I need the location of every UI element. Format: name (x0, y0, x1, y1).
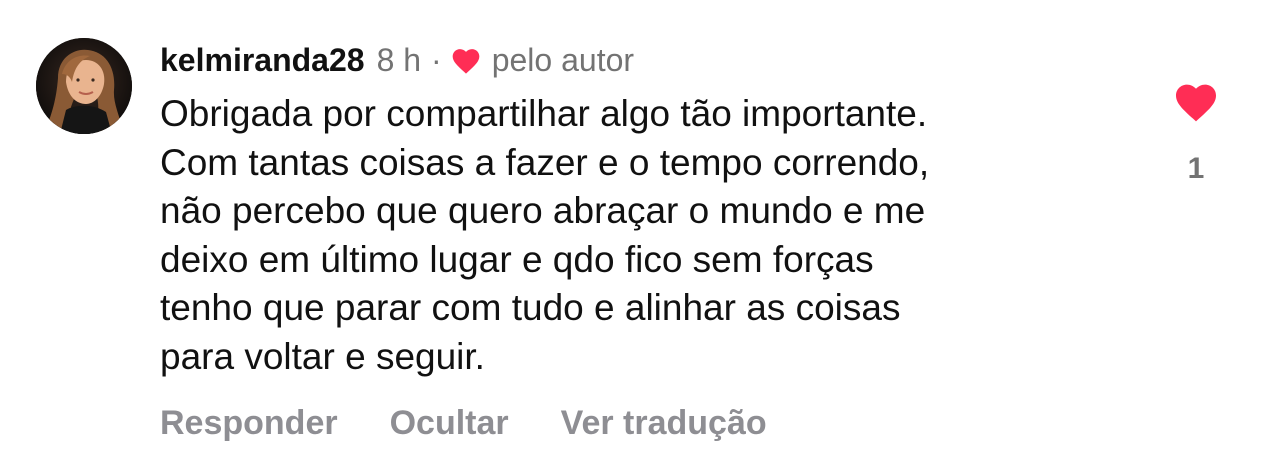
comment-text-line: para voltar e seguir. (160, 335, 485, 377)
reply-button[interactable]: Responder (160, 404, 338, 443)
comment-meta: kelmiranda28 8 h · pelo autor (160, 38, 634, 82)
comment-text-line: tenho que parar com tudo e alinhar as co… (160, 287, 901, 328)
avatar[interactable] (36, 38, 132, 134)
heart-icon (450, 45, 482, 75)
like-count[interactable]: 1 (1172, 152, 1220, 186)
separator: · (431, 41, 442, 78)
comment-text-line: Com tantas coisas a fazer e o tempo corr… (160, 141, 930, 183)
username[interactable]: kelmiranda28 (160, 42, 365, 79)
comment-actions: Responder Ocultar Ver tradução (160, 404, 767, 443)
comment: kelmiranda28 8 h · pelo autor Obrigada p… (0, 0, 1280, 473)
comment-text-line: não percebo que quero abraçar o mundo e … (160, 190, 926, 231)
heart-filled-icon (1176, 84, 1216, 122)
comment-text: Obrigada por compartilhar algo tão impor… (160, 90, 1110, 381)
like-button[interactable] (1172, 78, 1220, 124)
comment-text-line: deixo em último lugar e qdo fico sem for… (160, 238, 874, 280)
hide-button[interactable]: Ocultar (390, 404, 509, 443)
timestamp: 8 h (376, 41, 422, 78)
see-translation-button[interactable]: Ver tradução (561, 404, 767, 443)
liked-by-author-label: pelo autor (491, 41, 635, 78)
comment-text-line: Obrigada por compartilhar algo tão impor… (160, 93, 928, 134)
